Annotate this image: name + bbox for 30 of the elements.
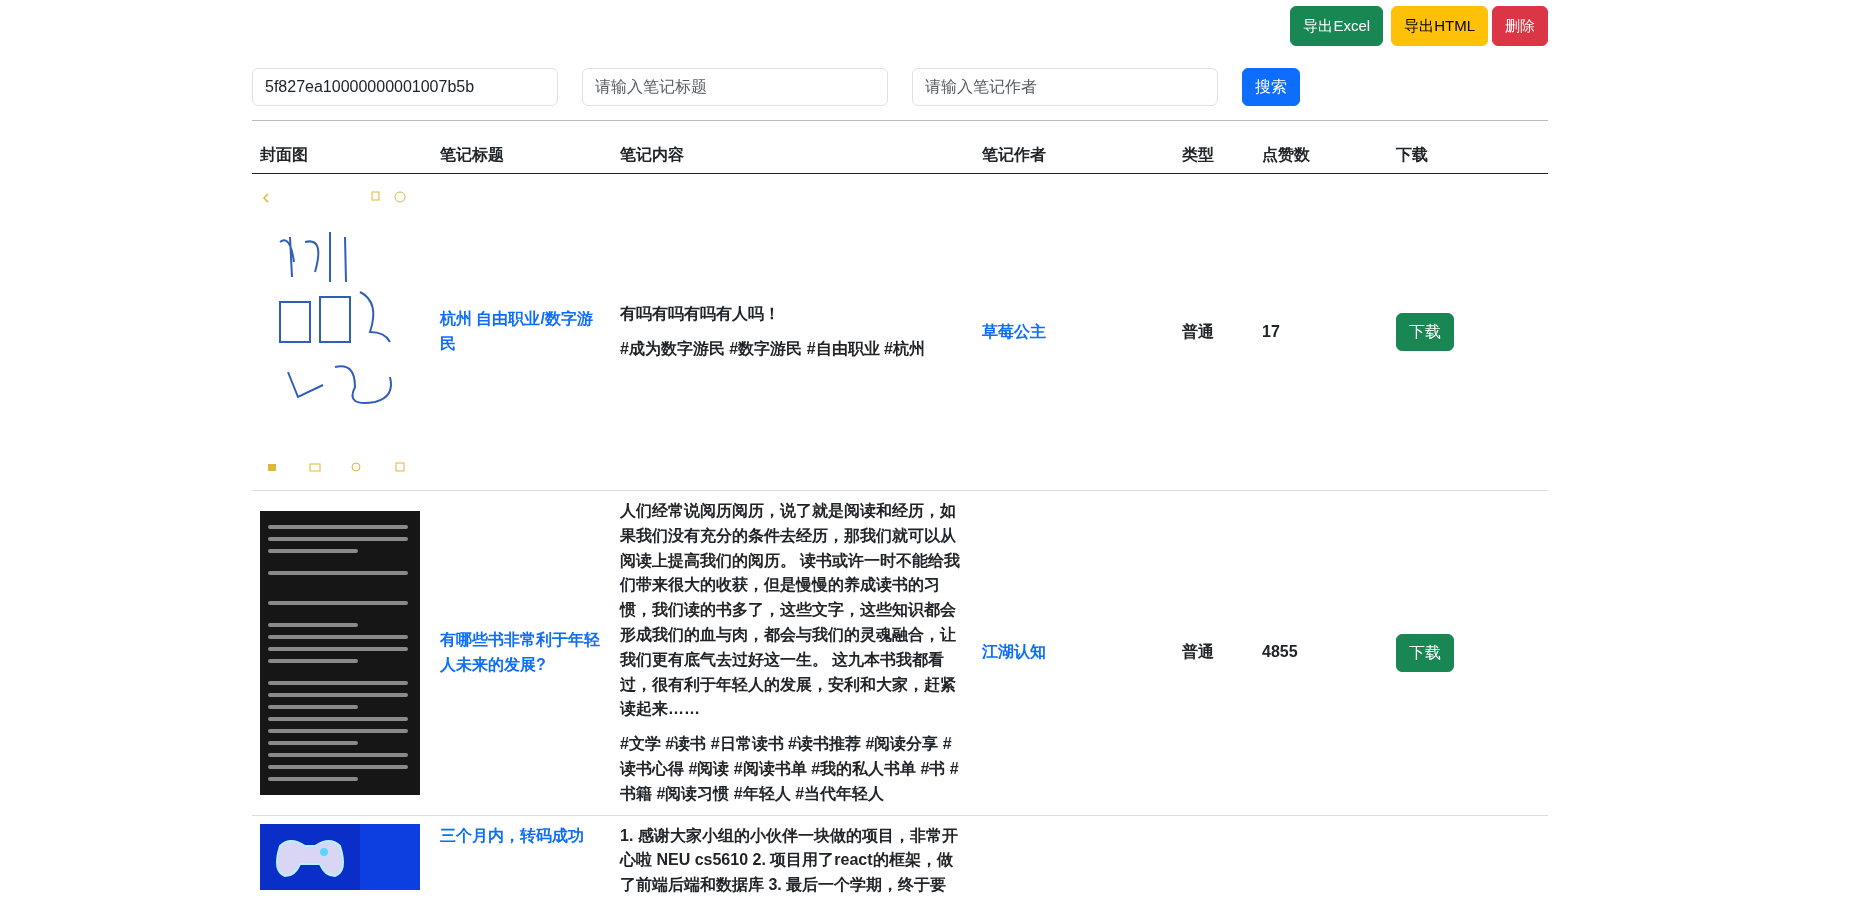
export-excel-button[interactable]: 导出Excel	[1290, 6, 1384, 46]
download-button[interactable]: 下载	[1396, 633, 1454, 672]
note-content: 人们经常说阅历阅历，说了就是阅读和经历，如果我们没有充分的条件去经历，那我们就可以从阅读上提高我们的阅历。 读书或许一时不能给我们带来很大的收获，但是慢慢的养成读书的习惯，我们读的书多了，这些文字，这些知识都会形成我们的血与肉，都会与我们的灵魂融合，让我们更有底气去过好这一生。 这九本书我都看过，很有利于年轻人的发展，安利和大家，赶紧读起来……	[620, 501, 962, 720]
note-tags: #文学 #读书 #日常读书 #读书推荐 #阅读分享 #读书心得 #阅读 #阅读书单 #我的私人书单 #书 #书籍 #阅读习惯 #年轻人 #当代年轻人	[620, 732, 966, 807]
note-tags: #成为数字游民 #数字游民 #自由职业 #杭州	[620, 337, 966, 362]
note-title-link[interactable]: 有哪些书非常利于年轻人未来的发展?	[440, 628, 604, 678]
like-count: 17	[1262, 322, 1280, 340]
note-title-link[interactable]: 杭州 自由职业/数字游民	[440, 307, 604, 357]
column-header: 类型	[1174, 131, 1254, 174]
column-header: 笔记标题	[432, 131, 612, 174]
column-header: 下载	[1388, 131, 1548, 174]
export-html-button[interactable]: 导出HTML	[1391, 6, 1488, 46]
column-header: 笔记内容	[612, 131, 974, 174]
author-link[interactable]: 草莓公主	[982, 319, 1166, 345]
search-button[interactable]: 搜索	[1242, 68, 1300, 106]
column-header: 笔记作者	[974, 131, 1174, 174]
note-type: 普通	[1182, 322, 1214, 340]
delete-button[interactable]: 删除	[1492, 6, 1548, 46]
author-link[interactable]: 江湖认知	[982, 640, 1166, 666]
column-header: 封面图	[252, 131, 432, 174]
note-id-field[interactable]: 5f827ea10000000001007b5b	[252, 68, 558, 106]
note-type: 普通	[1182, 643, 1214, 661]
like-count: 4855	[1262, 643, 1298, 661]
column-header: 点赞数	[1254, 131, 1388, 174]
note-content: 有吗有吗有吗有人吗！	[620, 304, 781, 325]
author-field[interactable]: 请输入笔记作者	[912, 68, 1218, 106]
note-content: 1. 感谢大家小组的小伙伴一块做的项目，非常开心啦 NEU cs5610 2. 项目用了react的框架，做了前端后端和数据库 3. 最后一个学期，终于要	[620, 825, 959, 896]
note-title-link[interactable]: 三个月内，转码成功	[440, 823, 604, 849]
title-field[interactable]: 请输入笔记标题	[582, 68, 888, 106]
download-button[interactable]: 下载	[1396, 313, 1454, 351]
